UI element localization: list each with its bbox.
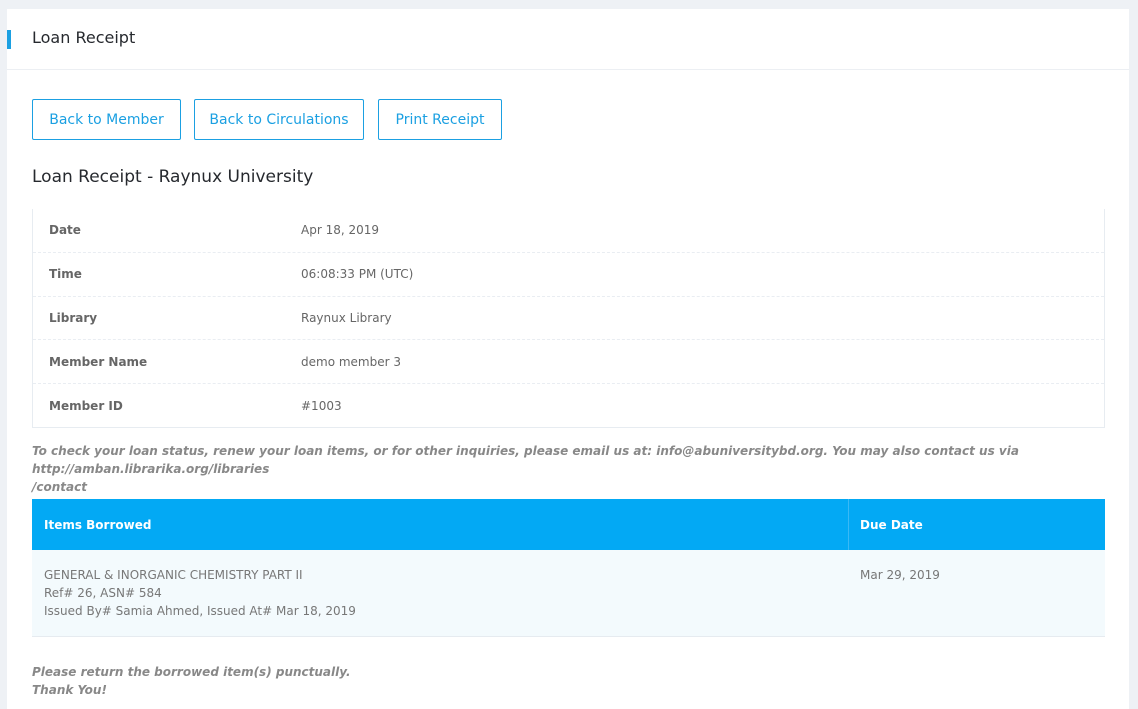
item-ref: Ref# 26, ASN# 584: [44, 586, 162, 600]
back-to-circulations-button[interactable]: Back to Circulations: [194, 99, 364, 140]
receipt-title: Loan Receipt - Raynux University: [32, 167, 314, 187]
info-value: Apr 18, 2019: [301, 223, 380, 238]
info-value: 06:08:33 PM (UTC): [301, 267, 414, 282]
panel-header: Loan Receipt: [7, 9, 1129, 70]
notice-line: To check your loan status, renew your lo…: [32, 444, 1019, 476]
info-value: #1003: [301, 398, 342, 413]
info-row-member-name: Member Name demo member 3: [33, 340, 1104, 385]
info-value: demo member 3: [301, 354, 401, 369]
column-header-due-date: Due Date: [860, 517, 923, 532]
item-cell: GENERAL & INORGANIC CHEMISTRY PART II Re…: [32, 550, 849, 636]
footer-note: Please return the borrowed item(s) punct…: [32, 663, 351, 699]
print-receipt-button[interactable]: Print Receipt: [378, 99, 502, 140]
info-row-member-id: Member ID #1003: [33, 384, 1104, 427]
back-to-member-button[interactable]: Back to Member: [32, 99, 181, 140]
column-header-items: Items Borrowed: [32, 499, 849, 550]
receipt-info-table: Date Apr 18, 2019 Time 06:08:33 PM (UTC)…: [32, 209, 1105, 428]
contact-notice: To check your loan status, renew your lo…: [32, 442, 1092, 496]
info-label: Member ID: [49, 398, 123, 413]
footer-line: Please return the borrowed item(s) punct…: [32, 665, 351, 679]
info-row-time: Time 06:08:33 PM (UTC): [33, 253, 1104, 297]
table-row: GENERAL & INORGANIC CHEMISTRY PART II Re…: [32, 550, 1105, 637]
loan-receipt-panel: Loan Receipt Back to Member Back to Circ…: [7, 9, 1129, 709]
item-issued: Issued By# Samia Ahmed, Issued At# Mar 1…: [44, 604, 356, 618]
info-row-date: Date Apr 18, 2019: [33, 209, 1104, 253]
due-date-cell: Mar 29, 2019: [860, 568, 940, 582]
info-label: Member Name: [49, 354, 148, 369]
notice-line: /contact: [32, 480, 87, 494]
info-value: Raynux Library: [301, 310, 392, 325]
info-label: Time: [49, 267, 82, 282]
items-borrowed-table: Items Borrowed Due Date GENERAL & INORGA…: [32, 499, 1105, 637]
header-accent-bar: [7, 30, 11, 49]
item-title: GENERAL & INORGANIC CHEMISTRY PART II: [44, 568, 303, 582]
info-row-library: Library Raynux Library: [33, 297, 1104, 341]
footer-line: Thank You!: [32, 683, 107, 697]
page-title: Loan Receipt: [32, 28, 136, 47]
info-label: Library: [49, 310, 98, 325]
info-label: Date: [49, 223, 81, 238]
table-header: Items Borrowed Due Date: [32, 499, 1105, 550]
